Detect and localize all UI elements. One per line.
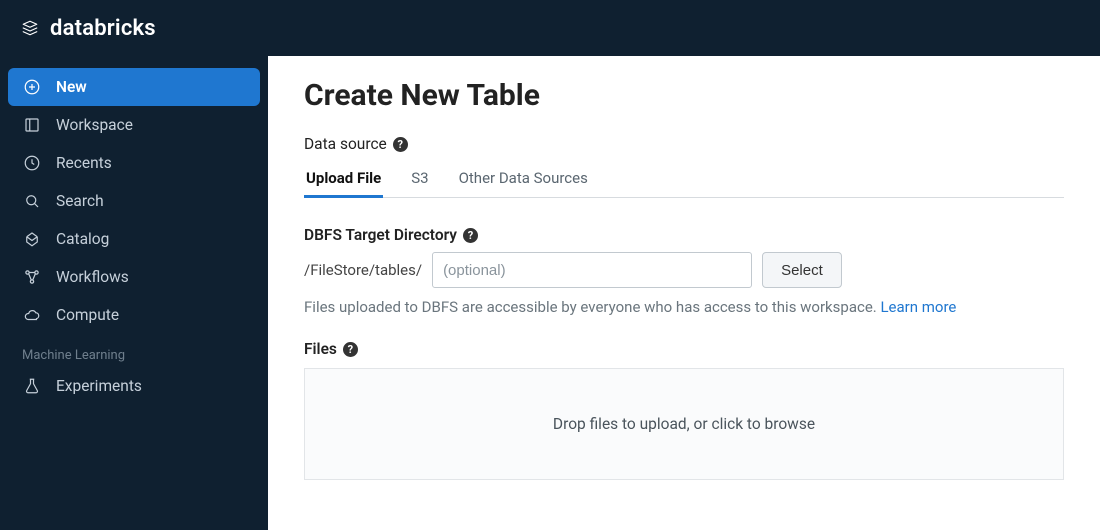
files-label: Files ?: [304, 340, 1064, 358]
help-icon[interactable]: ?: [393, 137, 408, 152]
sidebar-item-new[interactable]: New: [8, 68, 260, 106]
file-dropzone[interactable]: Drop files to upload, or click to browse: [304, 368, 1064, 480]
dbfs-path-row: /FileStore/tables/ Select: [304, 252, 1064, 288]
sidebar-item-label: Experiments: [56, 377, 142, 395]
sidebar-section-ml: Machine Learning: [8, 334, 260, 367]
sidebar-item-label: Compute: [56, 306, 119, 324]
workflows-icon: [22, 267, 42, 287]
sidebar-item-label: Workspace: [56, 116, 133, 134]
sidebar-item-workflows[interactable]: Workflows: [8, 258, 260, 296]
sidebar-item-catalog[interactable]: Catalog: [8, 220, 260, 258]
workspace-icon: [22, 115, 42, 135]
dbfs-target-label: DBFS Target Directory ?: [304, 226, 1064, 244]
help-icon[interactable]: ?: [463, 228, 478, 243]
page-title: Create New Table: [304, 78, 1064, 113]
learn-more-link[interactable]: Learn more: [880, 298, 956, 316]
dbfs-directory-input[interactable]: [432, 252, 752, 288]
sidebar-item-recents[interactable]: Recents: [8, 144, 260, 182]
flask-icon: [22, 376, 42, 396]
tab-s3[interactable]: S3: [409, 161, 430, 197]
sidebar-item-search[interactable]: Search: [8, 182, 260, 220]
sidebar: New Workspace Recents Search Catalog: [0, 56, 268, 530]
plus-circle-icon: [22, 77, 42, 97]
catalog-icon: [22, 229, 42, 249]
dbfs-helper-text: Files uploaded to DBFS are accessible by…: [304, 298, 1064, 316]
sidebar-item-compute[interactable]: Compute: [8, 296, 260, 334]
sidebar-item-label: New: [56, 78, 87, 96]
search-icon: [22, 191, 42, 211]
sidebar-item-workspace[interactable]: Workspace: [8, 106, 260, 144]
clock-icon: [22, 153, 42, 173]
dbfs-path-prefix: /FileStore/tables/: [304, 261, 422, 279]
sidebar-item-label: Recents: [56, 154, 112, 172]
tab-other-data-sources[interactable]: Other Data Sources: [457, 161, 590, 197]
help-icon[interactable]: ?: [343, 342, 358, 357]
sidebar-item-label: Catalog: [56, 230, 109, 248]
main-content: Create New Table Data source ? Upload Fi…: [268, 56, 1100, 530]
cloud-icon: [22, 305, 42, 325]
dropzone-text: Drop files to upload, or click to browse: [553, 415, 815, 433]
sidebar-item-label: Workflows: [56, 268, 129, 286]
sidebar-item-experiments[interactable]: Experiments: [8, 367, 260, 405]
tab-upload-file[interactable]: Upload File: [304, 161, 383, 197]
app-header: databricks: [0, 0, 1100, 56]
sidebar-item-label: Search: [56, 192, 104, 210]
select-button[interactable]: Select: [762, 252, 842, 288]
databricks-logo-icon: [20, 18, 40, 38]
data-source-label: Data source ?: [304, 135, 1064, 153]
data-source-tabs: Upload File S3 Other Data Sources: [304, 161, 1064, 198]
brand-logo[interactable]: databricks: [20, 16, 156, 41]
brand-name: databricks: [50, 16, 156, 41]
